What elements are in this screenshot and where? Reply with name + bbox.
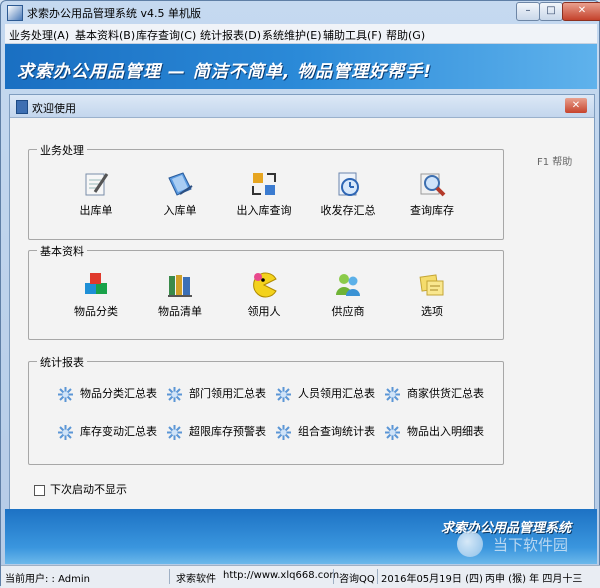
status-divider <box>377 569 378 584</box>
status-divider <box>333 569 334 584</box>
top-banner: 求索办公用品管理 — 简洁不简单, 物品管理好帮手! <box>5 44 597 89</box>
item-category-label: 物品分类 <box>74 305 118 318</box>
reports-group: 统计报表 物品分类汇总表 部门领用汇总表 人员领用汇总表 商家供货汇总表 库存变… <box>28 354 504 465</box>
menu-help[interactable]: 帮助(G) <box>386 27 425 43</box>
menu-inventory[interactable]: 库存查询(C) <box>136 27 196 43</box>
status-user: 当前用户: : Admin <box>5 574 90 585</box>
report-person-summary-label: 人员领用汇总表 <box>298 387 375 400</box>
close-button[interactable]: ✕ <box>562 2 600 21</box>
report-category-summary[interactable]: 物品分类汇总表 <box>57 385 157 403</box>
status-consult-qq[interactable]: 咨询QQ <box>339 570 375 585</box>
outbound-order-button[interactable]: 出库单 <box>56 170 136 218</box>
bottom-banner: 求索办公用品管理系统 当下软件园 <box>5 509 597 564</box>
document-clock-icon <box>334 170 362 198</box>
status-date: 2016年05月19日 (四) <box>381 574 483 585</box>
stock-summary-button[interactable]: 收发存汇总 <box>308 170 388 218</box>
maximize-button[interactable]: □ <box>539 2 563 21</box>
item-category-button[interactable]: 物品分类 <box>56 271 136 319</box>
status-url[interactable]: http://www.xlq668.com <box>223 570 339 581</box>
status-company: 求索软件 <box>176 574 216 585</box>
watermark-logo-icon <box>457 531 483 557</box>
notepad-pencil-icon <box>82 170 110 198</box>
menu-bar: 业务处理(A) 基本资料(B) 库存查询(C) 统计报表(D) 系统维护(E) … <box>5 24 597 44</box>
recipient-label: 领用人 <box>247 305 281 318</box>
item-list-button[interactable]: 物品清单 <box>140 271 220 319</box>
pacman-face-icon <box>250 271 278 299</box>
window-title: 求索办公用品管理系统 v4.5 单机版 <box>27 7 201 20</box>
report-stock-change-label: 库存变动汇总表 <box>80 425 157 438</box>
basics-group-title: 基本资料 <box>37 243 87 259</box>
report-person-summary[interactable]: 人员领用汇总表 <box>275 385 375 403</box>
report-category-summary-label: 物品分类汇总表 <box>80 387 157 400</box>
startup-checkbox[interactable]: 下次启动不显示 <box>34 481 127 497</box>
report-combined-query-label: 组合查询统计表 <box>298 425 375 438</box>
welcome-title: 欢迎使用 <box>32 102 76 115</box>
startup-checkbox-label: 下次启动不显示 <box>50 483 127 496</box>
snowflake-icon <box>275 424 292 441</box>
options-button[interactable]: 选项 <box>392 271 472 319</box>
report-overstock-alert[interactable]: 超限库存预警表 <box>166 423 266 441</box>
inventory-query-button[interactable]: 查询库存 <box>392 170 472 218</box>
status-bar: 当前用户: : Admin 求索软件 http://www.xlq668.com… <box>1 565 600 588</box>
menu-basics[interactable]: 基本资料(B) <box>75 27 135 43</box>
status-divider <box>169 569 170 584</box>
report-io-detail[interactable]: 物品出入明细表 <box>384 423 484 441</box>
title-bar: 求索办公用品管理系统 v4.5 单机版 – □ ✕ <box>1 1 600 23</box>
basics-group: 基本资料 物品分类 物品清单 领用人 供应商 选项 <box>28 243 504 340</box>
minimize-button[interactable]: – <box>516 2 540 21</box>
outbound-order-label: 出库单 <box>79 204 113 217</box>
stock-io-query-label: 出入库查询 <box>236 204 292 217</box>
stock-io-query-button[interactable]: 出入库查询 <box>224 170 304 218</box>
status-lunar-date: 丙申 (猴) 年 四月十三 <box>485 574 583 585</box>
snowflake-icon <box>57 424 74 441</box>
reports-group-title: 统计报表 <box>37 354 87 370</box>
report-overstock-alert-label: 超限库存预警表 <box>189 425 266 438</box>
banner-slogan: 求索办公用品管理 — 简洁不简单, 物品管理好帮手! <box>17 62 432 82</box>
welcome-title-bar: 欢迎使用 ✕ <box>10 95 594 118</box>
book-pencil-icon <box>166 170 194 198</box>
report-combined-query[interactable]: 组合查询统计表 <box>275 423 375 441</box>
snowflake-icon <box>275 386 292 403</box>
people-icon <box>334 271 362 299</box>
snowflake-icon <box>384 386 401 403</box>
snowflake-icon <box>166 424 183 441</box>
magnifier-icon <box>418 170 446 198</box>
recipient-button[interactable]: 领用人 <box>224 271 304 319</box>
menu-reports[interactable]: 统计报表(D) <box>200 27 261 43</box>
watermark-text: 当下软件园 <box>493 536 569 554</box>
menu-business[interactable]: 业务处理(A) <box>9 27 69 43</box>
menu-tools[interactable]: 辅助工具(F) <box>323 27 382 43</box>
report-io-detail-label: 物品出入明细表 <box>407 425 484 438</box>
business-group-title: 业务处理 <box>37 142 87 158</box>
app-window: 求索办公用品管理系统 v4.5 单机版 – □ ✕ 业务处理(A) 基本资料(B… <box>0 0 600 588</box>
supplier-label: 供应商 <box>331 305 365 318</box>
supplier-button[interactable]: 供应商 <box>308 271 388 319</box>
inventory-query-label: 查询库存 <box>410 204 454 217</box>
business-group: 业务处理 出库单 入库单 出入库查询 收发存汇总 查询库存 <box>28 142 504 240</box>
report-supplier-summary-label: 商家供货汇总表 <box>407 387 484 400</box>
report-stock-change[interactable]: 库存变动汇总表 <box>57 423 157 441</box>
sticky-notes-icon <box>418 271 446 299</box>
help-hint[interactable]: F1 帮助 <box>537 153 572 168</box>
colored-blocks-icon <box>82 271 110 299</box>
welcome-close-button[interactable]: ✕ <box>565 98 587 113</box>
report-supplier-summary[interactable]: 商家供货汇总表 <box>384 385 484 403</box>
inbound-order-label: 入库单 <box>163 204 197 217</box>
books-icon <box>166 271 194 299</box>
checkbox-box[interactable] <box>34 484 45 496</box>
snowflake-icon <box>57 386 74 403</box>
swap-arrows-icon <box>250 170 278 198</box>
welcome-window: 欢迎使用 ✕ F1 帮助 业务处理 出库单 入库单 出入库查询 收发存汇总 查询… <box>9 94 595 510</box>
report-department-summary[interactable]: 部门领用汇总表 <box>166 385 266 403</box>
document-icon <box>16 100 28 114</box>
menu-maintenance[interactable]: 系统维护(E) <box>262 27 322 43</box>
app-icon <box>7 5 23 21</box>
snowflake-icon <box>384 424 401 441</box>
report-department-summary-label: 部门领用汇总表 <box>189 387 266 400</box>
options-label: 选项 <box>421 305 443 318</box>
inbound-order-button[interactable]: 入库单 <box>140 170 220 218</box>
item-list-label: 物品清单 <box>158 305 202 318</box>
stock-summary-label: 收发存汇总 <box>320 204 376 217</box>
snowflake-icon <box>166 386 183 403</box>
